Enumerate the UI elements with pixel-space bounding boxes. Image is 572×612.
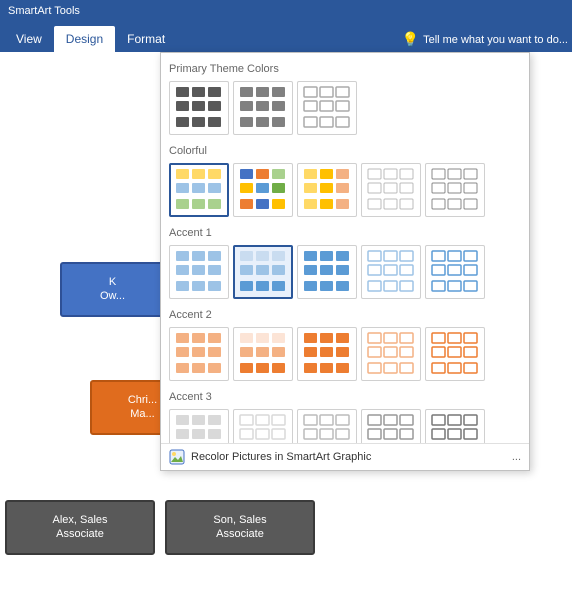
accent1-row: [169, 245, 521, 299]
color-option-accent3-4[interactable]: [361, 409, 421, 443]
color-option-accent2-2[interactable]: [233, 327, 293, 381]
color-option-accent2-1[interactable]: [169, 327, 229, 381]
section-label-accent2: Accent 2: [169, 305, 521, 327]
color-option-accent1-2[interactable]: [233, 245, 293, 299]
accent3-row: [169, 409, 521, 443]
color-option-accent3-5[interactable]: [425, 409, 485, 443]
color-option-primary-1[interactable]: [169, 81, 229, 135]
tell-me-box[interactable]: 💡 Tell me what you want to do...: [402, 31, 568, 52]
node-son[interactable]: Son, SalesAssociate: [165, 500, 315, 555]
tab-view[interactable]: View: [4, 26, 54, 52]
color-option-primary-3[interactable]: [297, 81, 357, 135]
primary-color-row: [169, 81, 521, 135]
more-options-dots: ...: [512, 451, 521, 463]
node-alex[interactable]: Alex, SalesAssociate: [5, 500, 155, 555]
ribbon-tabs: View Design Format 💡 Tell me what you wa…: [0, 22, 572, 52]
lightbulb-icon: 💡: [402, 31, 419, 48]
color-option-accent1-4[interactable]: [361, 245, 421, 299]
title-text: SmartArt Tools: [8, 5, 80, 17]
color-option-colorful-5[interactable]: [425, 163, 485, 217]
node-k[interactable]: KOw...: [60, 262, 165, 317]
color-option-accent3-2[interactable]: [233, 409, 293, 443]
color-option-colorful-2[interactable]: [233, 163, 293, 217]
section-label-primary: Primary Theme Colors: [169, 59, 521, 81]
change-colors-dropdown: Primary Theme Colors: [160, 52, 530, 471]
color-option-accent2-4[interactable]: [361, 327, 421, 381]
accent2-row: [169, 327, 521, 381]
title-bar: SmartArt Tools: [0, 0, 572, 22]
tab-design[interactable]: Design: [54, 26, 115, 52]
color-option-colorful-4[interactable]: [361, 163, 421, 217]
color-option-colorful-3[interactable]: [297, 163, 357, 217]
section-label-colorful: Colorful: [169, 141, 521, 163]
recolor-pictures-label: Recolor Pictures in SmartArt Graphic: [191, 451, 371, 463]
recolor-pictures-footer[interactable]: Recolor Pictures in SmartArt Graphic ...: [161, 443, 529, 470]
colorful-row: [169, 163, 521, 217]
color-option-accent3-1[interactable]: [169, 409, 229, 443]
section-label-accent3: Accent 3: [169, 387, 521, 409]
dropdown-scroll-area[interactable]: Primary Theme Colors: [161, 53, 529, 443]
tell-me-text: Tell me what you want to do...: [423, 34, 568, 46]
color-option-primary-2[interactable]: [233, 81, 293, 135]
color-option-accent1-3[interactable]: [297, 245, 357, 299]
color-option-accent1-5[interactable]: [425, 245, 485, 299]
color-option-accent2-3[interactable]: [297, 327, 357, 381]
section-label-accent1: Accent 1: [169, 223, 521, 245]
color-option-accent1-1[interactable]: [169, 245, 229, 299]
tab-format[interactable]: Format: [115, 26, 177, 52]
color-option-accent3-3[interactable]: [297, 409, 357, 443]
color-option-accent2-5[interactable]: [425, 327, 485, 381]
recolor-icon: [169, 449, 185, 465]
color-option-colorful-1[interactable]: [169, 163, 229, 217]
